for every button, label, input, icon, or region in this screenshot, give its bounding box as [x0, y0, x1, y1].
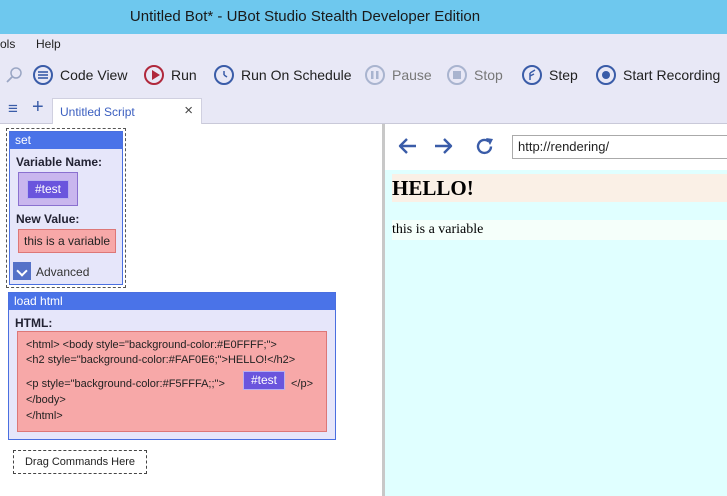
- tab-menu-icon[interactable]: ≡: [8, 99, 18, 119]
- run-button[interactable]: Run: [144, 54, 197, 96]
- toolbar: Code View Run Run On Schedule Pause Stop…: [0, 54, 727, 96]
- set-command-block[interactable]: set Variable Name: #test New Value: this…: [6, 128, 126, 288]
- start-recording-button[interactable]: Start Recording: [596, 54, 720, 96]
- load-html-command-title: load html: [9, 293, 335, 310]
- browser-pane: http://rendering/ HELLO! this is a varia…: [385, 124, 727, 496]
- browser-nav-bar: http://rendering/: [385, 124, 727, 170]
- new-value-field[interactable]: this is a variable: [18, 229, 117, 253]
- menu-help[interactable]: Help: [36, 37, 61, 51]
- menu-tools[interactable]: ols: [0, 37, 15, 51]
- stop-button[interactable]: Stop: [447, 54, 503, 96]
- forward-arrow-icon[interactable]: [434, 137, 454, 155]
- html-field[interactable]: <html> <body style="background-color:#E0…: [17, 331, 327, 432]
- variable-name-slot[interactable]: #test: [18, 172, 78, 206]
- run-on-schedule-button[interactable]: Run On Schedule: [214, 54, 352, 96]
- clock-icon: [214, 65, 234, 85]
- page-heading: HELLO!: [392, 174, 727, 202]
- start-recording-label: Start Recording: [623, 67, 721, 83]
- html-line: </p>: [291, 378, 314, 390]
- rendered-page: HELLO! this is a variable: [385, 170, 727, 496]
- tab-untitled-script[interactable]: Untitled Script ×: [52, 98, 202, 124]
- menu-bar: ols Help: [0, 34, 727, 54]
- script-editor: set Variable Name: #test New Value: this…: [0, 124, 382, 496]
- stop-label: Stop: [474, 67, 503, 83]
- code-view-label: Code View: [60, 67, 128, 83]
- step-label: Step: [549, 67, 578, 83]
- new-value-label: New Value:: [16, 212, 80, 226]
- set-command-title: set: [10, 132, 122, 149]
- html-variable-chip[interactable]: #test: [243, 371, 285, 390]
- step-button[interactable]: Step: [522, 54, 578, 96]
- close-icon[interactable]: ×: [184, 102, 193, 119]
- tab-label: Untitled Script: [60, 105, 135, 119]
- variable-chip[interactable]: #test: [27, 180, 69, 199]
- code-view-button[interactable]: Code View: [33, 54, 127, 96]
- address-bar[interactable]: http://rendering/: [512, 135, 727, 159]
- html-line: <h2 style="background-color:#FAF0E6;">HE…: [26, 354, 296, 366]
- back-arrow-icon[interactable]: [397, 137, 417, 155]
- pause-label: Pause: [392, 67, 432, 83]
- pause-icon: [365, 65, 385, 85]
- record-icon: [596, 65, 616, 85]
- refresh-icon[interactable]: [474, 136, 495, 157]
- html-label: HTML:: [15, 316, 53, 330]
- window-title: Untitled Bot* - UBot Studio Stealth Deve…: [129, 8, 481, 25]
- html-line: </html>: [26, 410, 63, 422]
- play-icon: [144, 65, 164, 85]
- search-icon[interactable]: [5, 66, 23, 84]
- tab-strip: ≡ + Untitled Script ×: [0, 96, 727, 124]
- stop-icon: [447, 65, 467, 85]
- title-bar: Untitled Bot* - UBot Studio Stealth Deve…: [0, 0, 727, 34]
- code-view-icon: [33, 65, 53, 85]
- load-html-command-block[interactable]: load html HTML: <html> <body style="back…: [8, 292, 336, 440]
- page-paragraph: this is a variable: [392, 220, 727, 240]
- run-label: Run: [171, 67, 197, 83]
- advanced-label[interactable]: Advanced: [36, 265, 89, 279]
- pause-button[interactable]: Pause: [365, 54, 432, 96]
- html-line: <html> <body style="background-color:#E0…: [26, 339, 277, 351]
- html-line: <p style="background-color:#F5FFFA;;">: [26, 378, 225, 390]
- drag-commands-placeholder[interactable]: Drag Commands Here: [13, 450, 147, 474]
- html-line: </body>: [26, 394, 66, 406]
- run-on-schedule-label: Run On Schedule: [241, 67, 352, 83]
- chevron-down-icon[interactable]: [13, 262, 31, 280]
- add-tab-icon[interactable]: +: [32, 96, 44, 119]
- variable-name-label: Variable Name:: [16, 155, 103, 169]
- step-icon: [522, 65, 542, 85]
